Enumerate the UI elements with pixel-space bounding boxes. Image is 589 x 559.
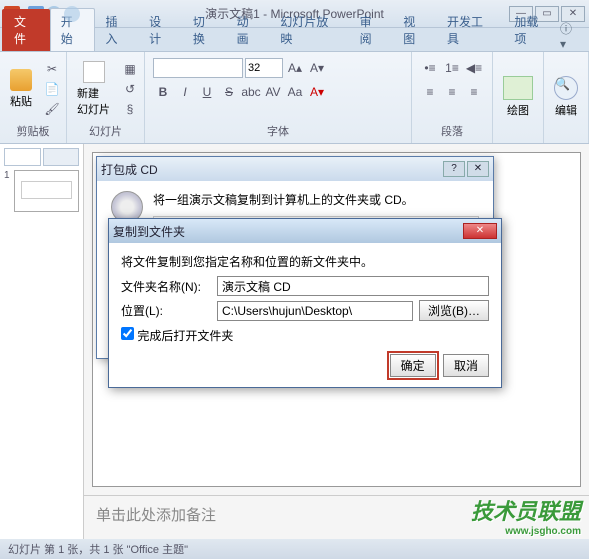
bold-button[interactable]: B [153, 82, 173, 102]
drawing-button[interactable]: 绘图 [497, 72, 539, 122]
status-text: 幻灯片 第 1 张，共 1 张 "Office 主题" [8, 541, 188, 557]
tab-review[interactable]: 审阅 [350, 9, 394, 51]
thumb-content [21, 181, 72, 199]
ok-button[interactable]: 确定 [390, 354, 436, 377]
font-group-label: 字体 [149, 123, 407, 141]
new-slide-button[interactable]: 新建 幻灯片 [71, 57, 116, 121]
font-selector[interactable] [153, 58, 243, 78]
group-clipboard: 粘贴 ✂ 📄 🖌 剪贴板 [0, 52, 67, 143]
dialog-copy-title: 复制到文件夹 [113, 223, 185, 240]
editing-button[interactable]: 🔍 编辑 [548, 72, 584, 122]
ribbon-help-icon[interactable]: ⓘ ▾ [560, 20, 581, 51]
group-drawing: 绘图 [493, 52, 544, 143]
tab-slideshow[interactable]: 幻灯片放映 [270, 9, 349, 51]
align-center-button[interactable]: ≡ [442, 82, 462, 102]
watermark: 技术员联盟 www.jsgho.com [471, 494, 581, 537]
ribbon: 粘贴 ✂ 📄 🖌 剪贴板 新建 幻灯片 ▦ ↺ § 幻灯片 [0, 52, 589, 144]
tab-transitions[interactable]: 切换 [183, 9, 227, 51]
shadow-button[interactable]: abc [241, 82, 261, 102]
watermark-url: www.jsgho.com [471, 526, 581, 537]
tab-design[interactable]: 设计 [139, 9, 183, 51]
redo-icon[interactable] [64, 6, 80, 22]
strike-button[interactable]: S [219, 82, 239, 102]
folder-name-label: 文件夹名称(N): [121, 278, 211, 295]
find-icon: 🔍 [554, 76, 578, 100]
case-button[interactable]: Aa [285, 82, 305, 102]
spacing-button[interactable]: AV [263, 82, 283, 102]
watermark-text: 技术员联盟 [471, 499, 581, 524]
font-color-button[interactable]: A▾ [307, 82, 327, 102]
tab-file[interactable]: 文件 [2, 9, 50, 51]
underline-button[interactable]: U [197, 82, 217, 102]
thumb-number: 1 [4, 170, 10, 181]
group-paragraph: •≡ 1≡ ◀≡ ≡ ≡ ≡ 段落 [412, 52, 493, 143]
copy-description: 将文件复制到您指定名称和位置的新文件夹中。 [121, 253, 489, 270]
slides-label: 幻灯片 [71, 123, 140, 141]
font-size-selector[interactable] [245, 58, 283, 78]
dialog-package-cd-titlebar: 打包成 CD ? ✕ [97, 157, 493, 181]
bullets-button[interactable]: •≡ [420, 58, 440, 78]
slides-mini: ▦ ↺ § [120, 59, 140, 119]
grow-font-button[interactable]: A▴ [285, 58, 305, 78]
shapes-icon [503, 76, 533, 100]
tab-view[interactable]: 视图 [393, 9, 437, 51]
copy-button[interactable]: 📄 [42, 79, 62, 99]
group-slides: 新建 幻灯片 ▦ ↺ § 幻灯片 [67, 52, 145, 143]
thumbnails-tabs [4, 148, 79, 166]
location-label: 位置(L): [121, 302, 211, 319]
slides-tab[interactable] [4, 148, 41, 166]
dialog-copy-close-button[interactable]: ✕ [463, 223, 497, 239]
layout-button[interactable]: ▦ [120, 59, 140, 79]
paste-label: 粘贴 [10, 93, 32, 109]
cancel-button[interactable]: 取消 [443, 354, 489, 377]
package-cd-description: 将一组演示文稿复制到计算机上的文件夹或 CD。 [153, 191, 479, 208]
status-bar: 幻灯片 第 1 张，共 1 张 "Office 主题" [0, 539, 589, 559]
editing-label: 编辑 [555, 102, 577, 118]
paste-icon [10, 69, 32, 91]
italic-button[interactable]: I [175, 82, 195, 102]
open-after-label: 完成后打开文件夹 [137, 329, 233, 343]
numbering-button[interactable]: 1≡ [442, 58, 462, 78]
para-group-label: 段落 [416, 123, 488, 141]
align-right-button[interactable]: ≡ [464, 82, 484, 102]
clipboard-mini: ✂ 📄 🖌 [42, 59, 62, 119]
group-editing: 🔍 编辑 [544, 52, 589, 143]
browse-button[interactable]: 浏览(B)… [419, 300, 489, 321]
new-slide-label: 新建 幻灯片 [77, 85, 110, 117]
tab-animations[interactable]: 动画 [227, 9, 271, 51]
ribbon-tabs: 文件 开始 插入 设计 切换 动画 幻灯片放映 审阅 视图 开发工具 加载项 ⓘ… [0, 28, 589, 52]
dialog-help-button[interactable]: ? [443, 161, 465, 177]
shrink-font-button[interactable]: A▾ [307, 58, 327, 78]
tab-addins[interactable]: 加载项 [504, 9, 560, 51]
drawing-group-label [497, 139, 539, 141]
dialog-copy-titlebar: 复制到文件夹 ✕ [109, 219, 501, 243]
location-input[interactable] [217, 301, 413, 321]
dialog-package-cd-title: 打包成 CD [101, 161, 158, 178]
format-painter-button[interactable]: 🖌 [42, 99, 62, 119]
outline-tab[interactable] [43, 148, 80, 166]
slide-thumbnails-panel: 1 [0, 144, 84, 539]
section-button[interactable]: § [120, 99, 140, 119]
paste-button[interactable]: 粘贴 [4, 65, 38, 113]
reset-button[interactable]: ↺ [120, 79, 140, 99]
slide-thumbnail-1[interactable] [14, 170, 79, 212]
clipboard-label: 剪贴板 [4, 123, 62, 141]
indent-dec-button[interactable]: ◀≡ [464, 58, 484, 78]
tab-developer[interactable]: 开发工具 [437, 9, 504, 51]
editing-group-label [548, 139, 584, 141]
dialog-close-button[interactable]: ✕ [467, 161, 489, 177]
folder-name-input[interactable] [217, 276, 489, 296]
tab-insert[interactable]: 插入 [95, 9, 139, 51]
dialog-copy-to-folder: 复制到文件夹 ✕ 将文件复制到您指定名称和位置的新文件夹中。 文件夹名称(N):… [108, 218, 502, 388]
drawing-label: 绘图 [507, 102, 529, 118]
new-slide-icon [83, 61, 105, 83]
group-font: A▴ A▾ B I U S abc AV Aa A▾ 字体 [145, 52, 412, 143]
align-left-button[interactable]: ≡ [420, 82, 440, 102]
cut-button[interactable]: ✂ [42, 59, 62, 79]
open-after-checkbox[interactable] [121, 327, 134, 340]
